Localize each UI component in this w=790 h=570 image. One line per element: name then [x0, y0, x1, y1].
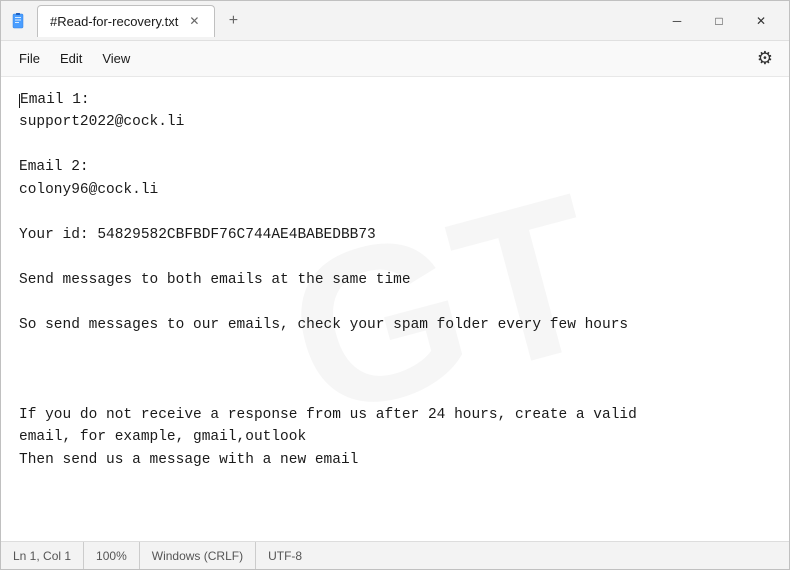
line-13: [19, 359, 771, 381]
menubar: File Edit View ⚙: [1, 41, 789, 77]
new-tab-button[interactable]: +: [219, 7, 247, 35]
editor-text: Email 1: support2022@cock.li Email 2: co…: [19, 89, 771, 471]
line-15: If you do not receive a response from us…: [19, 404, 771, 426]
line-11: So send messages to our emails, check yo…: [19, 314, 771, 336]
line-14: [19, 381, 771, 403]
statusbar: Ln 1, Col 1 100% Windows (CRLF) UTF-8: [1, 541, 789, 569]
settings-icon[interactable]: ⚙: [749, 43, 781, 75]
line-17: Then send us a message with a new email: [19, 449, 771, 471]
status-position: Ln 1, Col 1: [13, 542, 84, 569]
minimize-button[interactable]: ─: [657, 6, 697, 36]
menu-file[interactable]: File: [9, 47, 50, 70]
line-3: [19, 134, 771, 156]
status-encoding: UTF-8: [256, 542, 314, 569]
line-1: Email 1:: [19, 89, 771, 111]
tab-close-button[interactable]: ✕: [186, 13, 202, 29]
line-12: [19, 336, 771, 358]
line-16: email, for example, gmail,outlook: [19, 426, 771, 448]
line-4: Email 2:: [19, 156, 771, 178]
titlebar: #Read-for-recovery.txt ✕ + ─ □ ✕: [1, 1, 789, 41]
editor[interactable]: GT Email 1: support2022@cock.li Email 2:…: [1, 77, 789, 541]
close-button[interactable]: ✕: [741, 6, 781, 36]
status-zoom: 100%: [84, 542, 140, 569]
menu-edit[interactable]: Edit: [50, 47, 92, 70]
line-8: [19, 246, 771, 268]
line-5: colony96@cock.li: [19, 179, 771, 201]
status-line-ending: Windows (CRLF): [140, 542, 256, 569]
tab-file[interactable]: #Read-for-recovery.txt ✕: [37, 5, 215, 37]
tab-label: #Read-for-recovery.txt: [50, 14, 178, 29]
editor-content[interactable]: Email 1: support2022@cock.li Email 2: co…: [1, 77, 789, 541]
main-window: #Read-for-recovery.txt ✕ + ─ □ ✕ File Ed…: [0, 0, 790, 570]
line-2: support2022@cock.li: [19, 111, 771, 133]
line-6: [19, 201, 771, 223]
menu-view[interactable]: View: [92, 47, 140, 70]
app-icon: [9, 11, 29, 31]
line-10: [19, 291, 771, 313]
window-controls: ─ □ ✕: [657, 6, 781, 36]
maximize-button[interactable]: □: [699, 6, 739, 36]
line-9: Send messages to both emails at the same…: [19, 269, 771, 291]
line-7: Your id: 54829582CBFBDF76C744AE4BABEDBB7…: [19, 224, 771, 246]
